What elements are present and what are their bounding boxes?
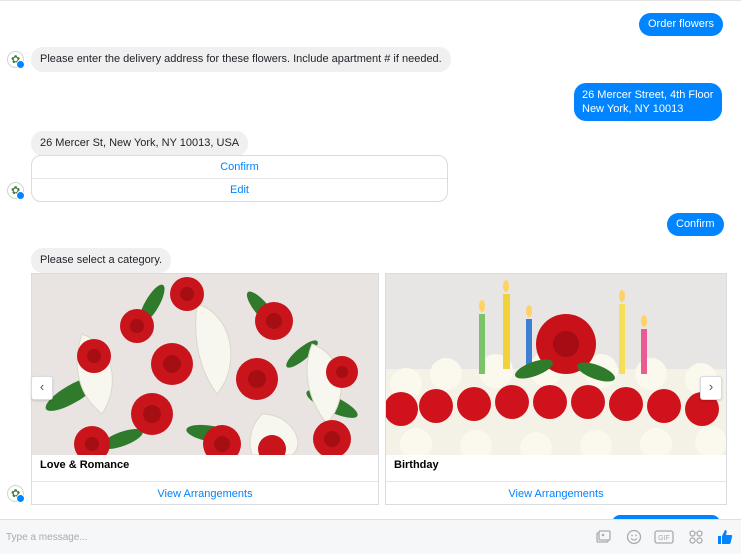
outgoing-message: Order flowers bbox=[639, 13, 724, 36]
category-card[interactable]: Birthday View Arrangements bbox=[385, 273, 727, 505]
quick-reply-group: Confirm Edit bbox=[31, 155, 448, 202]
bot-avatar[interactable]: ✿ bbox=[7, 485, 25, 503]
bot-avatar[interactable]: ✿ bbox=[7, 182, 25, 200]
message-input[interactable]: Type a message... bbox=[6, 532, 88, 543]
message-text: 26 Mercer St, New York, NY 10013, USA bbox=[40, 137, 240, 149]
outgoing-message: 26 Mercer Street, 4th Floor New York, NY… bbox=[574, 83, 723, 121]
carousel-next-button[interactable]: › bbox=[700, 376, 722, 400]
emoji-icon[interactable] bbox=[626, 529, 642, 545]
message-text-line2: New York, NY 10013 bbox=[582, 103, 684, 115]
edit-button[interactable]: Edit bbox=[32, 178, 447, 201]
roses-lilies-image bbox=[32, 274, 378, 455]
bot-avatar[interactable]: ✿ bbox=[7, 51, 25, 69]
view-arrangements-button[interactable]: View Arrangements bbox=[32, 481, 378, 504]
svg-text:GIF: GIF bbox=[658, 535, 670, 542]
online-indicator bbox=[16, 60, 25, 69]
gif-icon[interactable]: GIF bbox=[654, 529, 674, 545]
like-icon[interactable] bbox=[716, 528, 734, 546]
message-text: Confirm bbox=[676, 218, 715, 230]
incoming-message: Please enter the delivery address for th… bbox=[31, 47, 451, 72]
incoming-message: Please select a category. bbox=[31, 248, 172, 273]
top-divider bbox=[0, 0, 741, 1]
outgoing-message: Confirm bbox=[667, 213, 724, 236]
message-text: Please select a category. bbox=[40, 254, 163, 266]
message-text: Order flowers bbox=[648, 18, 715, 30]
view-arrangements-button[interactable]: View Arrangements bbox=[386, 481, 726, 504]
online-indicator bbox=[16, 494, 25, 503]
photo-icon[interactable] bbox=[595, 529, 611, 545]
birthday-cake-image bbox=[386, 274, 726, 455]
apps-icon[interactable] bbox=[688, 529, 704, 545]
card-title: Love & Romance bbox=[40, 459, 130, 471]
chevron-right-icon: › bbox=[708, 379, 714, 394]
incoming-message: 26 Mercer St, New York, NY 10013, USA bbox=[31, 131, 249, 156]
confirm-button[interactable]: Confirm bbox=[32, 156, 447, 178]
message-composer: Type a message... GIF bbox=[0, 519, 741, 554]
message-text-line1: 26 Mercer Street, 4th Floor bbox=[582, 89, 714, 101]
chevron-left-icon: ‹ bbox=[39, 379, 45, 394]
online-indicator bbox=[16, 191, 25, 200]
message-text: Please enter the delivery address for th… bbox=[40, 53, 442, 65]
card-title: Birthday bbox=[394, 459, 439, 471]
category-card[interactable]: Love & Romance View Arrangements bbox=[31, 273, 379, 505]
carousel-prev-button[interactable]: ‹ bbox=[31, 376, 53, 400]
